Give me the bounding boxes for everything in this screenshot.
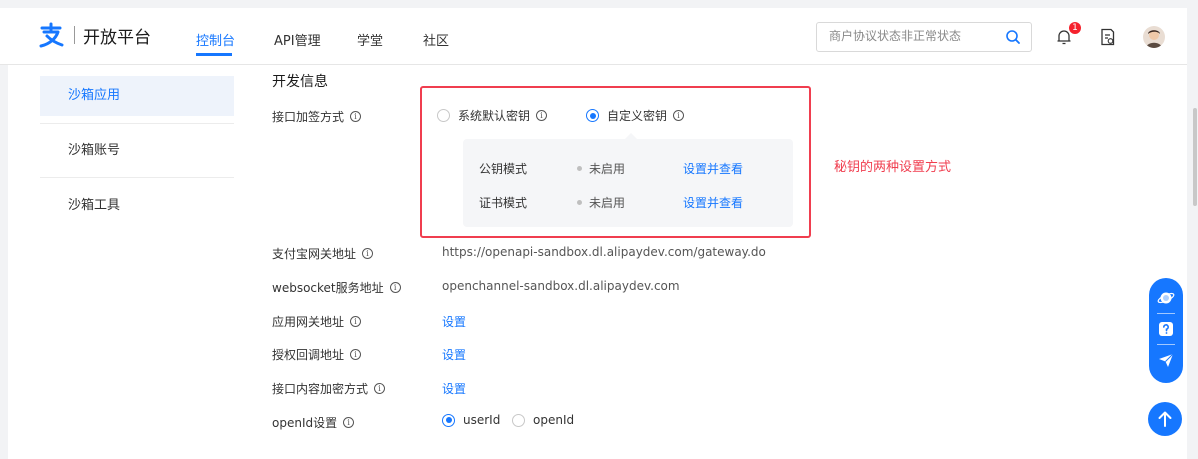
sidebar-item-sandbox-tools[interactable]: 沙箱工具	[40, 186, 234, 226]
websocket-label-text: websocket服务地址	[272, 281, 384, 295]
radio-openid[interactable]: openId	[512, 413, 574, 427]
back-to-top-button[interactable]	[1148, 402, 1182, 436]
page-scrollbar[interactable]	[1193, 108, 1197, 206]
sign-method-label: 接口加签方式 i	[272, 108, 362, 125]
gateway-label: 支付宝网关地址 i	[272, 245, 374, 262]
search-box	[816, 22, 1032, 52]
user-avatar[interactable]	[1143, 26, 1165, 48]
radio-label: userId	[463, 413, 501, 427]
gateway-label-text: 支付宝网关地址	[272, 247, 357, 261]
logo-separator	[74, 26, 75, 44]
info-icon[interactable]: i	[389, 282, 401, 293]
openid-label-text: openId设置	[272, 416, 338, 430]
info-icon[interactable]: i	[350, 349, 362, 360]
alipay-logo-icon	[38, 22, 64, 48]
paper-plane-icon[interactable]	[1157, 351, 1175, 369]
notification-badge: 1	[1069, 22, 1081, 34]
auth-callback-setup-link[interactable]: 设置	[442, 346, 466, 363]
info-icon[interactable]: i	[350, 111, 362, 122]
logo-text: 开放平台	[83, 27, 151, 48]
highlight-annotation-box	[420, 86, 811, 238]
sidebar: 沙箱应用 沙箱账号 沙箱工具	[8, 65, 234, 459]
openid-label: openId设置 i	[272, 414, 355, 431]
document-check-icon[interactable]	[1100, 28, 1116, 50]
section-title: 开发信息	[272, 74, 328, 90]
websocket-value: openchannel-sandbox.dl.alipaydev.com	[442, 279, 680, 293]
sidebar-divider	[40, 123, 234, 124]
app-gateway-setup-link[interactable]: 设置	[442, 313, 466, 330]
panel-divider	[1157, 313, 1175, 314]
floating-help-panel	[1149, 278, 1183, 383]
help-question-icon[interactable]	[1157, 320, 1175, 338]
radio-checked-icon	[442, 413, 455, 427]
main-content: 开发信息 接口加签方式 i 系统默认密钥 i 自定义密钥 i 公钥模式 未启用 …	[234, 65, 1187, 459]
nav-learning[interactable]: 学堂	[357, 30, 383, 49]
auth-callback-label: 授权回调地址 i	[272, 346, 362, 363]
radio-label: openId	[533, 413, 575, 427]
search-input[interactable]	[829, 29, 999, 43]
nav-community[interactable]: 社区	[423, 30, 449, 49]
sidebar-divider	[40, 177, 234, 178]
top-header: 开放平台 控制台 API管理 学堂 社区 1	[0, 8, 1198, 65]
app-gateway-label: 应用网关地址 i	[272, 313, 362, 330]
arrow-up-icon	[1158, 411, 1172, 427]
sidebar-item-sandbox-app[interactable]: 沙箱应用	[40, 76, 234, 116]
info-icon[interactable]: i	[350, 316, 362, 327]
nav-active-underline	[196, 53, 232, 56]
nav-api-management[interactable]: API管理	[274, 30, 321, 49]
sign-method-label-text: 接口加签方式	[272, 110, 345, 124]
right-gutter	[1187, 8, 1198, 459]
websocket-label: websocket服务地址 i	[272, 279, 401, 296]
content-encrypt-label: 接口内容加密方式 i	[272, 380, 386, 397]
search-icon[interactable]	[1005, 29, 1021, 49]
info-icon[interactable]: i	[362, 248, 374, 259]
radio-icon	[512, 413, 525, 427]
planet-icon[interactable]	[1157, 289, 1175, 307]
nav-console[interactable]: 控制台	[196, 30, 235, 49]
info-icon[interactable]: i	[343, 417, 355, 428]
top-strip	[0, 0, 1198, 8]
app-gateway-label-text: 应用网关地址	[272, 315, 345, 329]
content-encrypt-setup-link[interactable]: 设置	[442, 380, 466, 397]
content-encrypt-label-text: 接口内容加密方式	[272, 382, 369, 396]
info-icon[interactable]: i	[374, 383, 386, 394]
radio-userid[interactable]: userId	[442, 413, 500, 427]
auth-callback-label-text: 授权回调地址	[272, 348, 345, 362]
sidebar-item-sandbox-account[interactable]: 沙箱账号	[40, 131, 234, 171]
annotation-text: 秘钥的两种设置方式	[834, 160, 952, 175]
gateway-value: https://openapi-sandbox.dl.alipaydev.com…	[442, 245, 766, 259]
brand-logo[interactable]: 开放平台	[38, 22, 151, 48]
panel-divider	[1157, 344, 1175, 345]
